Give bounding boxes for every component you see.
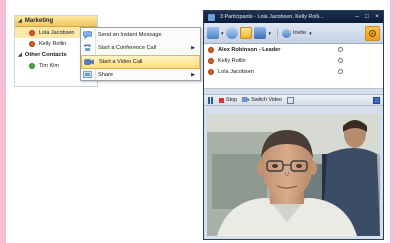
menu-item-label: Share — [98, 72, 113, 79]
monitor-icon — [207, 27, 219, 39]
presence-available-icon — [29, 62, 35, 69]
participant-name: Kelly Rollin — [218, 57, 246, 64]
menu-item-label: Start a Video Call — [99, 58, 143, 65]
fullscreen-video-icon[interactable] — [373, 97, 380, 104]
presence-busy-icon — [29, 29, 35, 36]
title-bar[interactable]: 3 Participants - Lola Jacobsen, Kelly Ro… — [204, 11, 383, 23]
add-people-icon — [281, 28, 291, 38]
menu-item-conference-call[interactable]: Start a Conference Call ▶ — [81, 42, 200, 56]
collapse-arrow-icon[interactable]: ◢ — [18, 18, 22, 24]
video-button[interactable]: ▼ — [254, 26, 272, 41]
video-camera-icon — [82, 58, 95, 66]
headset-icon — [226, 27, 239, 39]
close-icon[interactable]: × — [373, 13, 381, 21]
stop-icon — [219, 97, 224, 103]
video-camera-icon — [254, 27, 267, 39]
conversation-icon — [208, 13, 215, 21]
menu-item-send-im[interactable]: Send an Instant Message — [81, 28, 200, 42]
group-label: Marketing — [24, 18, 54, 24]
presence-busy-icon — [208, 46, 214, 53]
presence-busy-icon — [208, 68, 214, 75]
invite-label: Invite — [292, 30, 307, 36]
microphone-icon — [338, 69, 343, 74]
window-title: 3 Participants - Lola Jacobsen, Kelly Ro… — [220, 14, 324, 20]
maximize-icon[interactable]: □ — [363, 13, 371, 21]
chevron-down-icon: ▼ — [267, 30, 272, 36]
invite-button[interactable]: Invite ▼ — [276, 28, 313, 38]
phone-icon — [81, 44, 94, 52]
stop-label: Stop — [226, 97, 238, 103]
participant-name: Alex Robinson - Leader — [218, 46, 281, 53]
switch-camera-icon — [242, 97, 249, 102]
group-header-marketing[interactable]: ◢ Marketing — [15, 16, 97, 27]
menu-item-video-call[interactable]: Start a Video Call — [81, 55, 200, 69]
participant-alex-robinson[interactable]: Alex Robinson - Leader — [204, 44, 383, 55]
stop-video-button[interactable]: Stop — [219, 97, 237, 103]
video-feed-image — [207, 114, 380, 236]
participant-name: Lola Jacobsen — [218, 68, 255, 75]
conversation-window: 3 Participants - Lola Jacobsen, Kelly Ro… — [203, 10, 384, 240]
video-settings-button[interactable] — [287, 96, 295, 104]
microphone-icon — [338, 47, 343, 52]
contact-name: Kelly Rollin — [39, 40, 67, 47]
minimize-icon[interactable]: ‒ — [353, 13, 361, 21]
share-desktop-button[interactable]: ▼ — [207, 26, 224, 41]
options-icon — [369, 30, 376, 37]
im-button[interactable] — [240, 26, 253, 41]
conversation-toolbar: ▼ ▼ Invite ▼ — [204, 23, 383, 44]
menu-item-label: Start a Conference Call — [98, 45, 157, 52]
switch-video-label: Switch Video — [251, 97, 283, 103]
presence-busy-icon — [208, 57, 214, 64]
pause-video-button[interactable] — [208, 96, 214, 104]
switch-video-button[interactable]: Switch Video — [242, 97, 282, 103]
submenu-arrow-icon: ▶ — [191, 45, 195, 52]
chevron-down-icon: ▼ — [308, 30, 313, 36]
presence-busy-icon — [29, 40, 35, 47]
participant-kelly-rollin[interactable]: Kelly Rollin — [204, 55, 383, 66]
contact-name: Lola Jacobsen — [39, 29, 75, 36]
menu-item-label: Send an Instant Message — [98, 31, 162, 38]
context-menu: Send an Instant Message Start a Conferen… — [80, 27, 201, 81]
submenu-arrow-icon: ▶ — [191, 72, 195, 79]
group-label: Other Contacts — [24, 51, 67, 58]
window-controls: ‒ □ × — [353, 13, 381, 21]
microphone-icon — [338, 58, 343, 63]
chat-icon — [81, 30, 94, 39]
participant-list: Alex Robinson - Leader Kelly Rollin Lola… — [204, 44, 383, 89]
video-feed — [207, 114, 380, 236]
chevron-down-icon: ▼ — [220, 30, 225, 36]
chat-bubble-icon — [240, 27, 253, 39]
video-control-bar: Stop Switch Video — [204, 94, 383, 106]
audio-button[interactable] — [226, 26, 239, 41]
menu-item-share[interactable]: Share ▶ — [81, 69, 200, 83]
contact-name: Tim Kim — [39, 62, 59, 69]
share-icon — [81, 71, 94, 79]
collapse-arrow-icon[interactable]: ◢ — [18, 52, 22, 58]
participant-lola-jacobsen[interactable]: Lola Jacobsen — [204, 66, 383, 77]
conversation-options-button[interactable] — [365, 26, 380, 41]
